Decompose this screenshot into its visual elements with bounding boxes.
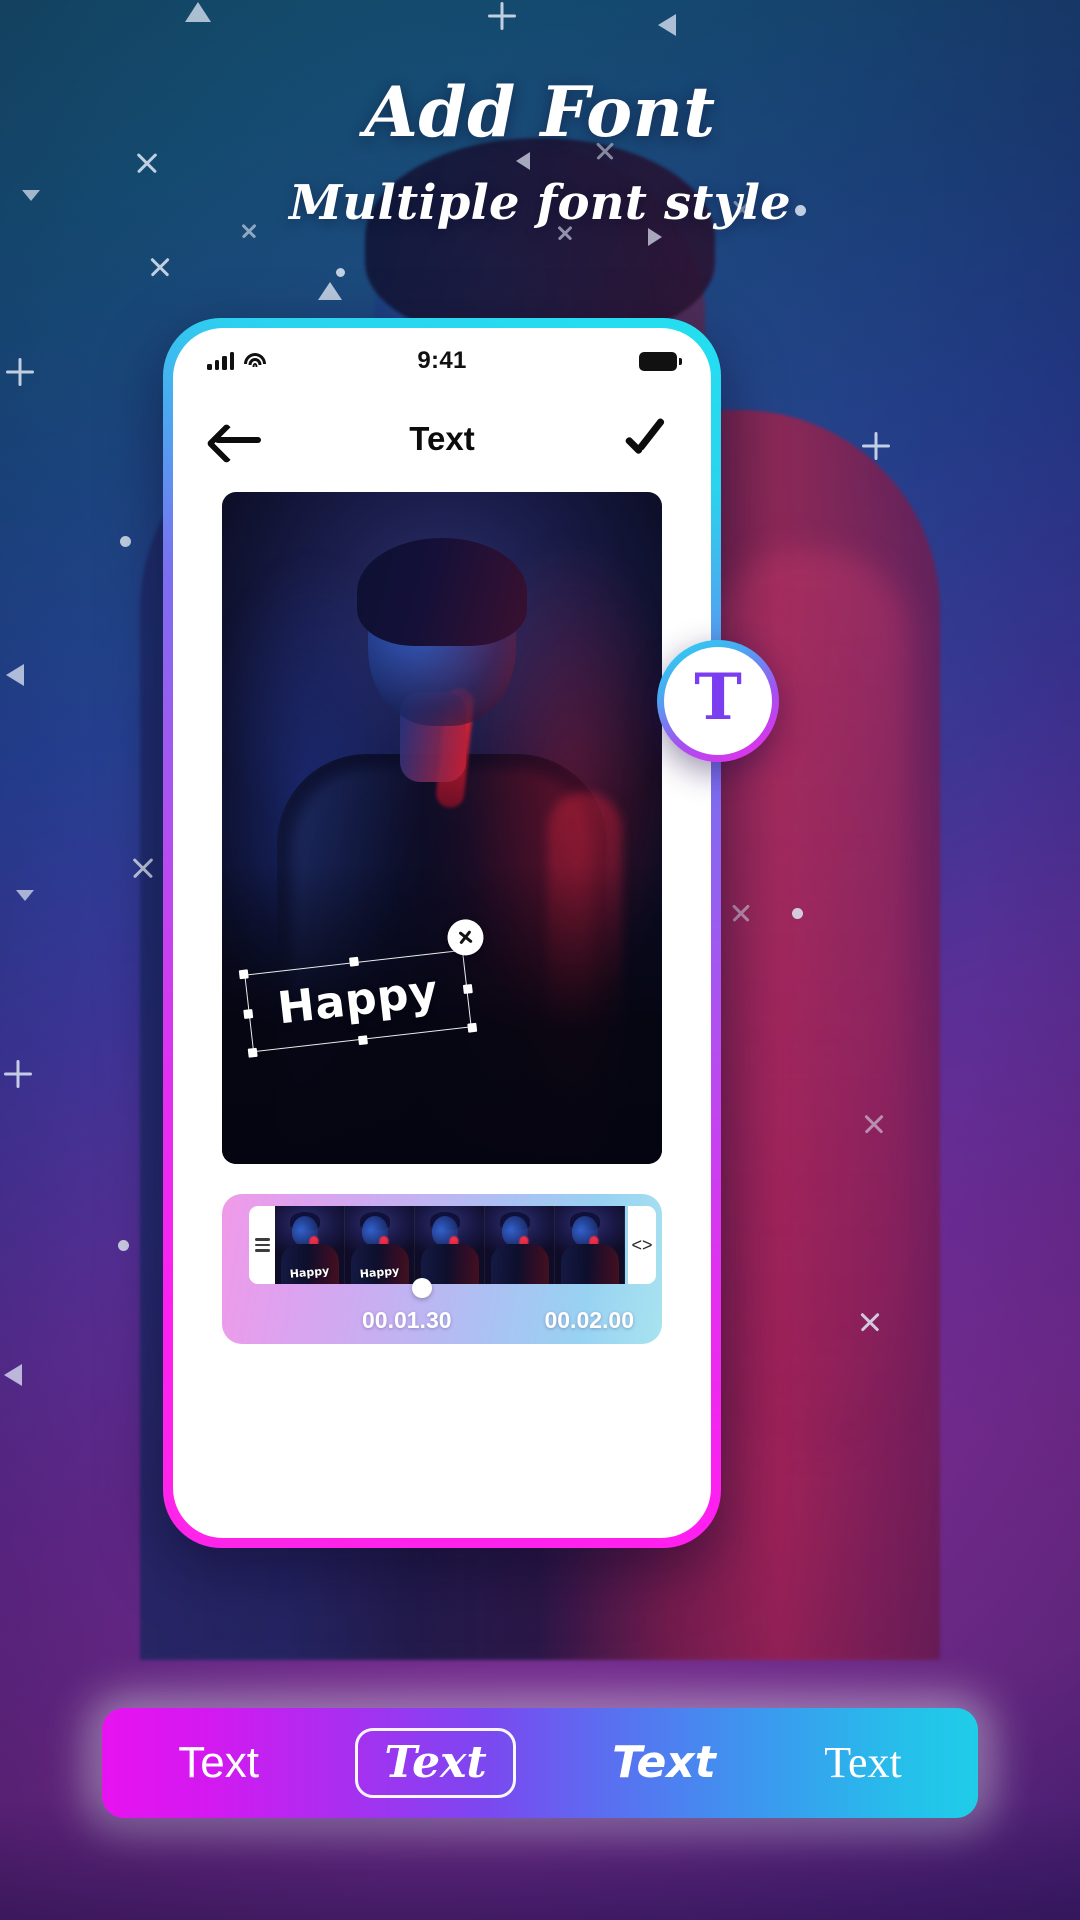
plus-decor-icon	[6, 358, 34, 386]
phone-screen: 9:41 Text Happy Happy Happy <> 00.01.30 …	[173, 328, 711, 1538]
add-text-button[interactable]: T	[657, 640, 779, 762]
status-bar: 9:41	[173, 328, 711, 394]
battery-full-icon	[639, 351, 682, 371]
timeline-time-labels: 00.01.30 00.02.00	[222, 1307, 662, 1334]
font-option-thin[interactable]: Text	[812, 1733, 914, 1793]
dot-decor-icon	[118, 1240, 129, 1251]
promo-heading-block: Add Font Multiple font style	[0, 72, 1080, 231]
expand-clip-icon[interactable]: <>	[628, 1206, 656, 1284]
dot-decor-icon	[336, 268, 345, 277]
timeline-thumbnail[interactable]	[555, 1206, 625, 1284]
font-option-marker[interactable]: Text	[600, 1733, 728, 1793]
status-bar-right	[639, 351, 682, 371]
plus-decor-icon	[488, 2, 516, 30]
plus-decor-icon	[4, 1060, 32, 1088]
phone-mockup-frame: 9:41 Text Happy Happy Happy <> 00.01.30 …	[163, 318, 779, 1548]
timeline-total-time: 00.02.00	[544, 1307, 634, 1333]
timeline-current-time: 00.01.30	[362, 1307, 452, 1333]
preview-model-hair	[357, 538, 527, 646]
timeline-clip-selected[interactable]: Happy Happy	[275, 1206, 415, 1284]
checkmark-icon[interactable]	[625, 419, 675, 459]
dot-decor-icon	[120, 536, 131, 547]
timeline-playhead[interactable]	[412, 1278, 432, 1298]
resize-handle-middle-left[interactable]	[243, 1008, 254, 1019]
x-decor-icon	[730, 902, 752, 924]
add-text-icon: T	[664, 647, 772, 755]
triangle-decor-icon	[16, 890, 34, 901]
timeline-strip: Happy Happy	[249, 1206, 662, 1284]
triangle-decor-icon	[4, 1364, 22, 1386]
video-timeline[interactable]: Happy Happy <> 00.01.30 00.02.00	[222, 1194, 662, 1344]
triangle-decor-icon	[318, 282, 342, 300]
resize-handle-bottom-right[interactable]	[467, 1022, 478, 1033]
status-bar-time: 9:41	[417, 347, 467, 374]
app-header: Text	[173, 394, 711, 484]
timeline-thumbnail[interactable]	[415, 1206, 485, 1284]
font-option-script[interactable]: Text	[355, 1728, 516, 1798]
triangle-decor-icon	[6, 664, 24, 686]
timeline-thumbnail[interactable]	[485, 1206, 555, 1284]
x-decor-icon	[858, 1310, 882, 1334]
plus-decor-icon	[862, 432, 890, 460]
timeline-thumbnail[interactable]: Happy	[345, 1206, 415, 1284]
triangle-decor-icon	[658, 14, 676, 36]
promo-headline: Add Font	[364, 72, 716, 153]
triangle-decor-icon	[185, 2, 211, 22]
x-decor-icon	[862, 1112, 886, 1136]
timeline-clip[interactable]	[415, 1206, 625, 1284]
dot-decor-icon	[792, 908, 803, 919]
timeline-thumbnail[interactable]: Happy	[275, 1206, 345, 1284]
font-style-selector[interactable]: Text Text Text Text	[102, 1708, 978, 1818]
x-decor-icon	[148, 255, 172, 279]
promo-subheadline: Multiple font style	[289, 175, 791, 231]
x-decor-icon	[130, 855, 156, 881]
resize-handle-bottom-center[interactable]	[357, 1035, 368, 1046]
resize-handle-bottom-left[interactable]	[247, 1047, 258, 1058]
hamburger-handle-icon[interactable]	[249, 1206, 275, 1284]
resize-handle-middle-right[interactable]	[462, 983, 473, 994]
resize-handle-top-left[interactable]	[238, 969, 249, 980]
font-option-sans[interactable]: Text	[166, 1733, 271, 1793]
resize-handle-top-center[interactable]	[348, 956, 359, 967]
promo-screenshot: Add Font Multiple font style 9:41 Text H…	[0, 0, 1080, 1920]
preview-canvas[interactable]: Happy	[222, 492, 662, 1164]
preview-video-frame: Happy	[222, 492, 662, 1164]
